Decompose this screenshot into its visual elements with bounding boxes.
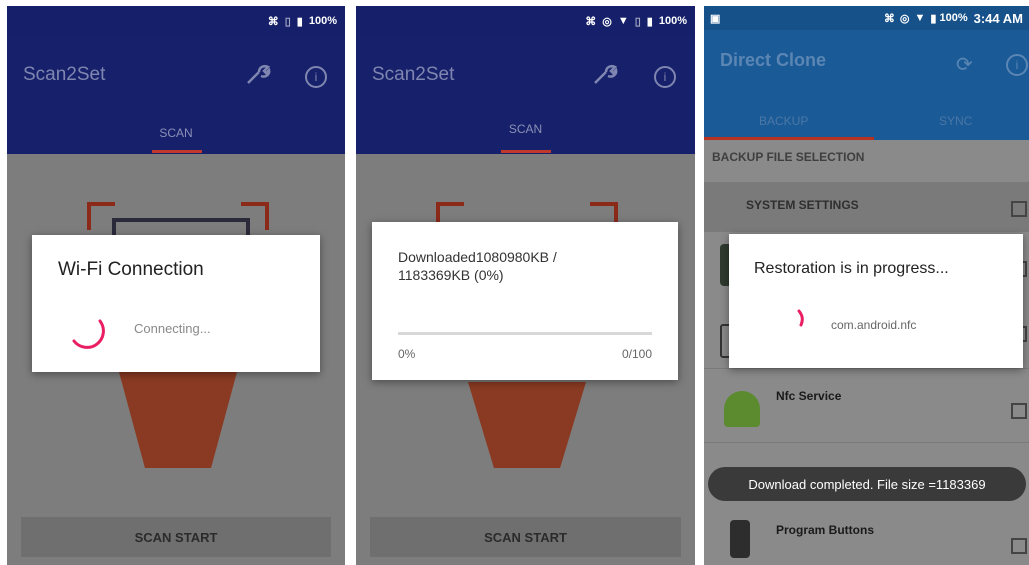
status-bar: ⌘ ◎ ▼ ▯ ▮ 100% [356,6,695,36]
app-title: Direct Clone [720,50,827,70]
battery-level: 100% [308,15,337,27]
list-item-label: SYSTEM SETTINGS [746,198,859,212]
vibrate-icon: ◎ [899,12,910,25]
section-header: BACKUP FILE SELECTION [712,150,865,164]
tab-indicator [704,137,874,140]
battery-level: 100% [939,12,968,24]
dialog-message: Downloaded1080980KB / 1183369KB (0%) [398,249,557,283]
wrench-icon[interactable] [245,64,271,92]
list-item-nfc-service[interactable]: Nfc Service [704,369,1029,441]
progress-bar [398,332,652,335]
hand-illustration [119,372,237,468]
phone-screen-scan2set-download: ⌘ ◎ ▼ ▯ ▮ 100% Scan2Set i SCAN Downloade… [356,6,695,565]
vibrate-icon: ◎ [602,15,612,28]
wifi-icon: ▼ [914,12,926,24]
list-item-label: Nfc Service [776,389,842,403]
scan-start-button[interactable]: SCAN START [370,517,681,557]
app-bar: Direct Clone ⟳ i BACKUP SYNC [704,30,1029,140]
app-bar: Scan2Set i SCAN [356,36,695,154]
list-item-label: Program Buttons [776,523,875,537]
loading-spinner-icon [793,308,809,333]
nfc-icon: ⌘ [267,15,279,28]
list-item-system-settings[interactable]: SYSTEM SETTINGS [704,182,1029,232]
progress-count: 0/100 [621,347,652,361]
phone-screen-direct-clone: ▣ ⌘ ◎ ▼ ▮ 100% 3:44 AM Direct Clone ⟳ i … [704,6,1029,565]
battery-icon: ▮ [930,12,937,25]
device-icon [730,520,750,558]
tab-sync[interactable]: SYNC [939,114,972,128]
dialog-message: com.android.nfc [831,318,917,332]
refresh-icon[interactable]: ⟳ [956,52,973,77]
tab-scan[interactable]: SCAN [7,126,345,140]
battery-icon: ▮ [646,15,653,28]
battery-icon: ▮ [296,15,303,28]
checkbox[interactable] [1011,403,1027,419]
app-bar: Scan2Set i SCAN [7,36,345,154]
info-icon[interactable]: i [654,66,676,88]
sim-icon: ▯ [634,15,641,28]
scan-start-button[interactable]: SCAN START [21,517,331,557]
wifi-connection-dialog: Wi-Fi Connection Connecting... [32,235,320,372]
tab-indicator [152,150,202,153]
android-icon [724,391,760,427]
restoration-dialog: Restoration is in progress... com.androi… [729,234,1023,368]
wrench-icon[interactable] [592,64,618,92]
app-title: Scan2Set [372,64,455,85]
tab-indicator [501,150,551,153]
dialog-title: Wi-Fi Connection [58,259,204,280]
loading-spinner-icon [68,311,106,354]
app-title: Scan2Set [23,64,106,85]
clock: 3:44 AM [973,10,1023,26]
dialog-title: Restoration is in progress... [754,260,949,277]
list-item-program-buttons[interactable]: Program Buttons [704,506,1029,565]
checkbox[interactable] [1011,201,1027,217]
wifi-icon: ▼ [617,15,629,27]
download-progress-dialog: Downloaded1080980KB / 1183369KB (0%) 0% … [372,222,678,380]
battery-level: 100% [658,15,687,27]
progress-percent: 0% [398,347,416,361]
nfc-icon: ⌘ [883,12,895,25]
scan-frame-corner [87,202,115,230]
phone-screen-scan2set-wifi: ⌘ ▯ ▮ 100% Scan2Set i SCAN Wi-Fi Connect… [7,6,345,565]
status-bar: ⌘ ▯ ▮ 100% [7,6,345,36]
tab-backup[interactable]: BACKUP [759,114,808,128]
divider [704,442,1029,443]
dialog-message: Connecting... [134,321,211,336]
image-icon: ▣ [710,12,721,25]
status-bar: ▣ ⌘ ◎ ▼ ▮ 100% 3:44 AM [704,6,1029,30]
nfc-icon: ⌘ [585,15,597,28]
hand-illustration [468,382,586,468]
info-icon[interactable]: i [305,66,327,88]
tab-scan[interactable]: SCAN [356,122,695,136]
sim-icon: ▯ [284,15,291,28]
toast-message: Download completed. File size =1183369 [708,467,1026,501]
checkbox[interactable] [1011,538,1027,554]
info-icon[interactable]: i [1006,54,1028,76]
